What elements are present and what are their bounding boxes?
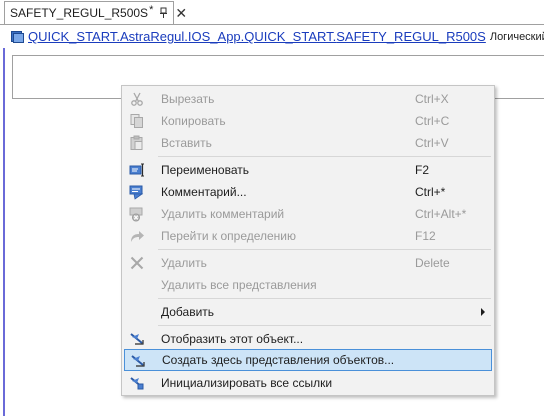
menu-item-label: Добавить — [161, 305, 215, 319]
breadcrumb-link-object[interactable]: SAFETY_REGUL_R500S — [336, 29, 486, 44]
menu-separator — [158, 298, 491, 299]
menu-separator — [158, 325, 491, 326]
menu-item-label: Создать здесь представления объектов... — [162, 353, 395, 367]
breadcrumb-link-path[interactable]: QUICK_START.AstraRegul.IOS_App.QUICK_STA… — [28, 29, 336, 44]
menu-item-add[interactable]: Добавить — [124, 301, 492, 323]
submenu-arrow-icon — [481, 308, 485, 316]
menu-item-delete-comment[interactable]: Удалить комментарий Ctrl+Alt+* — [124, 203, 492, 225]
menu-item-label: Вставить — [161, 136, 212, 150]
menu-separator — [158, 156, 491, 157]
menu-item-copy[interactable]: Копировать Ctrl+C — [124, 110, 492, 132]
menu-item-paste[interactable]: Вставить Ctrl+V — [124, 132, 492, 154]
close-icon[interactable]: ✕ — [175, 6, 187, 20]
menu-item-label: Инициализировать все ссылки — [161, 376, 333, 390]
menu-item-label: Удалить комментарий — [161, 207, 285, 221]
init-links-icon — [129, 375, 145, 391]
menu-item-shortcut: Delete — [415, 256, 450, 270]
document-tab-bar: SAFETY_REGUL_R500S * ✕ — [0, 0, 544, 24]
document-tab[interactable]: SAFETY_REGUL_R500S * ✕ — [4, 1, 187, 24]
menu-item-comment[interactable]: Комментарий... Ctrl+* — [124, 181, 492, 203]
context-menu: Вырезать Ctrl+X Копировать Ctrl+C Встави… — [121, 85, 495, 396]
menu-item-shortcut: Ctrl+C — [415, 114, 450, 128]
modified-indicator: * — [149, 4, 154, 16]
menu-item-shortcut: Ctrl+* — [415, 185, 446, 199]
menu-item-cut[interactable]: Вырезать Ctrl+X — [124, 88, 492, 110]
menu-item-shortcut: Ctrl+V — [415, 136, 449, 150]
menu-item-label: Переименовать — [161, 163, 249, 177]
object-description: Логический о — [489, 30, 544, 43]
delete-comment-icon — [129, 206, 145, 222]
menu-item-label: Отобразить этот объект... — [161, 332, 304, 346]
menu-separator — [158, 249, 491, 250]
menu-item-label: Вырезать — [161, 92, 215, 106]
menu-item-delete[interactable]: Удалить Delete — [124, 252, 492, 274]
go-to-definition-icon — [129, 228, 145, 244]
menu-item-shortcut: F2 — [415, 163, 430, 177]
menu-item-go-to-definition[interactable]: Перейти к определению F12 — [124, 225, 492, 247]
menu-item-show-object[interactable]: Отобразить этот объект... — [124, 328, 492, 350]
menu-item-shortcut: F12 — [415, 229, 436, 243]
pin-icon[interactable] — [159, 7, 169, 19]
breadcrumb: QUICK_START.AstraRegul.IOS_App.QUICK_STA… — [0, 24, 544, 48]
show-object-icon — [129, 331, 145, 347]
menu-item-label: Удалить все представления — [161, 278, 317, 292]
object-icon — [11, 30, 24, 43]
menu-item-label: Удалить — [161, 256, 207, 270]
menu-item-shortcut: Ctrl+Alt+* — [415, 207, 467, 221]
menu-item-shortcut: Ctrl+X — [415, 92, 449, 106]
menu-item-rename[interactable]: Переименовать F2 — [124, 159, 492, 181]
comment-icon — [129, 184, 145, 200]
menu-item-label: Комментарий... — [161, 185, 247, 199]
menu-item-label: Копировать — [161, 114, 226, 128]
menu-item-init-links[interactable]: Инициализировать все ссылки — [124, 372, 492, 394]
scissors-icon — [129, 91, 145, 107]
menu-item-create-views[interactable]: Создать здесь представления объектов... — [124, 349, 492, 371]
menu-item-label: Перейти к определению — [161, 229, 297, 243]
paste-icon — [129, 135, 145, 151]
delete-icon — [129, 255, 145, 271]
tab-title: SAFETY_REGUL_R500S — [10, 6, 149, 20]
rename-icon — [129, 162, 145, 178]
menu-item-delete-all-views[interactable]: Удалить все представления — [124, 274, 492, 296]
copy-icon — [129, 113, 145, 129]
create-views-icon — [130, 353, 146, 369]
